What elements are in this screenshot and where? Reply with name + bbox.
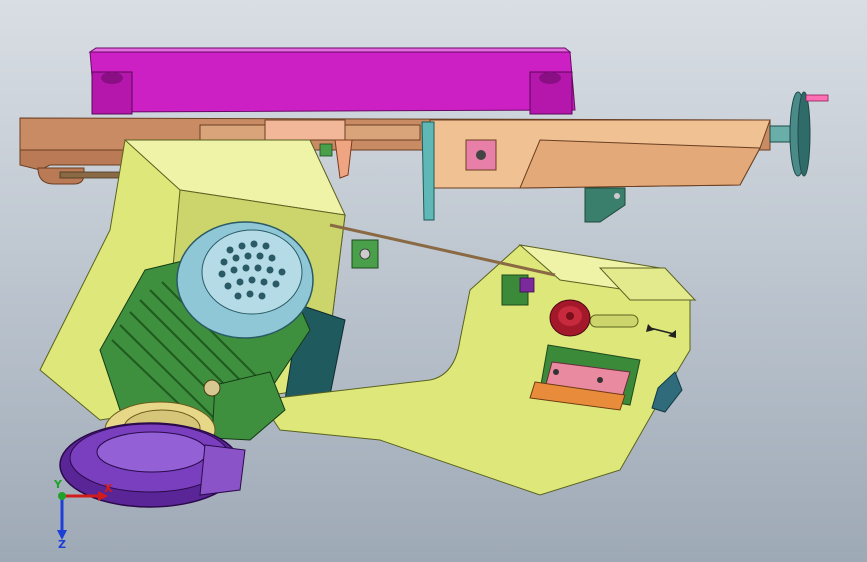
y-axis-label: Y [53,478,63,491]
tension-knob[interactable] [549,299,591,337]
x-axis-label: X [104,482,113,495]
limit-switch-left[interactable] [351,239,379,269]
axis-triad: X Y Z [53,478,113,548]
y-axis-dot [58,492,66,500]
cad-assembly-model[interactable] [0,0,867,562]
handwheel[interactable] [769,91,829,177]
z-axis-label: Z [58,538,66,548]
top-plate[interactable] [88,47,576,115]
cad-viewport[interactable]: X Y Z [0,0,867,562]
